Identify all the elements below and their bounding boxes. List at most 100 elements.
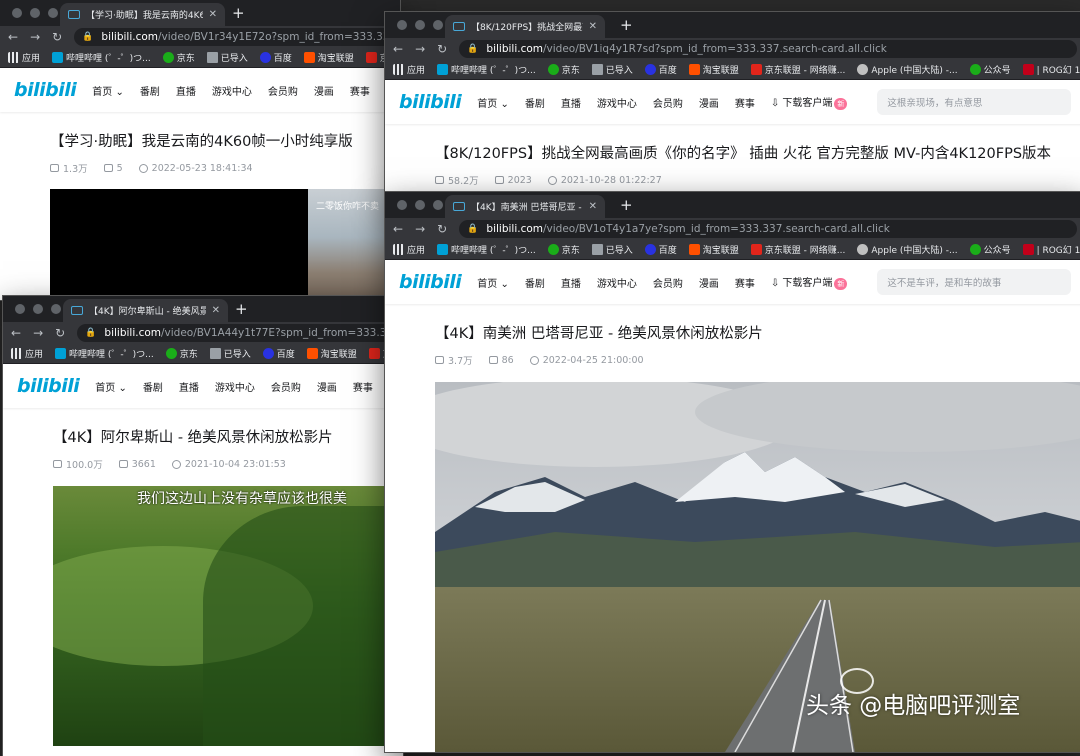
window-controls[interactable] [397,200,443,210]
nav-live[interactable]: 直播 [176,83,196,98]
bilibili-logo[interactable]: bilibili [17,375,80,397]
new-tab-button[interactable]: + [232,4,245,22]
bilibili-logo[interactable]: bilibili [399,271,462,293]
back-icon[interactable]: ← [8,30,18,44]
nav-home[interactable]: 首页 ⌄ [477,275,509,290]
window-controls[interactable] [397,20,443,30]
bookmark-bilibili[interactable]: 哔哩哔哩 (゜-゜)つ... [52,51,151,64]
bookmark-baidu[interactable]: 百度 [262,347,295,360]
nav-esports[interactable]: 赛事 [353,379,373,394]
window-controls[interactable] [12,8,58,18]
nav-game-center[interactable]: 游戏中心 [215,379,255,394]
address-bar[interactable]: 🔒 bilibili.com/video/BV1iq4y1R7sd?spm_id… [459,40,1077,58]
bookmark-taobao[interactable]: 淘宝联盟 [306,347,357,360]
nav-home[interactable]: 首页 ⌄ [477,95,509,110]
nav-manga[interactable]: 漫画 [314,83,334,98]
nav-download[interactable]: ⇩ 下载客户端新 [771,94,848,110]
nav-mall[interactable]: 会员购 [268,83,298,98]
bookmark-imported[interactable]: 已导入 [209,347,251,360]
close-icon[interactable]: ✕ [212,305,220,316]
bookmark-jd-union[interactable]: 京东联盟 - 网络赚... [750,243,845,256]
forward-icon[interactable]: → [415,42,425,56]
nav-manga[interactable]: 漫画 [699,275,719,290]
bookmark-taobao[interactable]: 淘宝联盟 [688,63,739,76]
address-bar[interactable]: 🔒 bilibili.com/video/BV1oT4y1a7ye?spm_id… [459,220,1077,238]
bookmark-jd[interactable]: 京东 [547,63,580,76]
close-icon[interactable]: ✕ [209,9,217,20]
bookmark-rog[interactable]: | ROG幻 16 | 电竞... [1022,243,1080,256]
bookmark-apps[interactable]: 应用 [393,63,425,76]
back-icon[interactable]: ← [393,222,403,236]
tab-active[interactable]: 【学习·助眠】我是云南的4K60 ✕ [60,3,225,26]
bookmark-bilibili[interactable]: 哔哩哔哩 (゜-゜)つ... [437,243,536,256]
nav-mall[interactable]: 会员购 [653,95,683,110]
nav-live[interactable]: 直播 [561,95,581,110]
bookmark-jd[interactable]: 京东 [165,347,198,360]
bookmark-baidu[interactable]: 百度 [644,63,677,76]
search-input[interactable]: 这根亲现场，有点意思 [877,89,1071,115]
bookmark-baidu[interactable]: 百度 [644,243,677,256]
nav-esports[interactable]: 赛事 [735,275,755,290]
nav-anime[interactable]: 番剧 [525,95,545,110]
video-player[interactable]: 我们这边山上没有杂草应该也很美 [53,486,403,746]
bookmark-bilibili[interactable]: 哔哩哔哩 (゜-゜)つ... [437,63,536,76]
nav-anime[interactable]: 番剧 [143,379,163,394]
tab-active[interactable]: 【8K/120FPS】挑战全网最高画 ✕ [445,15,605,38]
bookmark-imported[interactable]: 已导入 [206,51,248,64]
nav-live[interactable]: 直播 [561,275,581,290]
nav-home[interactable]: 首页 ⌄ [95,379,127,394]
back-icon[interactable]: ← [393,42,403,56]
nav-anime[interactable]: 番剧 [140,83,160,98]
new-tab-button[interactable]: + [620,196,633,214]
forward-icon[interactable]: → [415,222,425,236]
nav-anime[interactable]: 番剧 [525,275,545,290]
tab-active[interactable]: 【4K】阿尔卑斯山 - 绝美风景休 ✕ [63,299,228,322]
window-controls[interactable] [15,304,61,314]
close-icon[interactable]: ✕ [589,201,597,212]
nav-download[interactable]: ⇩ 下载客户端新 [771,274,848,290]
bookmark-baidu[interactable]: 百度 [259,51,292,64]
new-tab-button[interactable]: + [235,300,248,318]
bookmark-bilibili[interactable]: 哔哩哔哩 (゜-゜)つ... [55,347,154,360]
nav-live[interactable]: 直播 [179,379,199,394]
forward-icon[interactable]: → [33,326,43,340]
reload-icon[interactable]: ↻ [437,222,447,236]
bookmark-apps[interactable]: 应用 [8,51,40,64]
nav-game-center[interactable]: 游戏中心 [597,275,637,290]
bookmark-imported[interactable]: 已导入 [591,243,633,256]
address-bar[interactable]: 🔒 bilibili.com/video/BV1A44y1t77E?spm_id… [77,324,395,342]
bookmark-rog[interactable]: | ROG幻 16 | 电竞... [1022,63,1080,76]
bookmark-jd-union[interactable]: 京东联盟 - 网络赚... [750,63,845,76]
close-icon[interactable]: ✕ [589,21,597,32]
bookmark-apps[interactable]: 应用 [11,347,43,360]
nav-game-center[interactable]: 游戏中心 [212,83,252,98]
bookmark-taobao[interactable]: 淘宝联盟 [303,51,354,64]
bookmark-apple[interactable]: Apple (中国大陆) -... [857,63,958,76]
bilibili-logo[interactable]: bilibili [399,91,462,113]
bookmark-jd[interactable]: 京东 [162,51,195,64]
forward-icon[interactable]: → [30,30,40,44]
bookmark-apple[interactable]: Apple (中国大陆) -... [857,243,958,256]
reload-icon[interactable]: ↻ [52,30,62,44]
reload-icon[interactable]: ↻ [437,42,447,56]
bookmark-jd[interactable]: 京东 [547,243,580,256]
bookmark-wechat-official[interactable]: 公众号 [969,243,1011,256]
new-tab-button[interactable]: + [620,16,633,34]
back-icon[interactable]: ← [11,326,21,340]
reload-icon[interactable]: ↻ [55,326,65,340]
bookmark-apps[interactable]: 应用 [393,243,425,256]
nav-esports[interactable]: 赛事 [350,83,370,98]
nav-home[interactable]: 首页 ⌄ [92,83,124,98]
bilibili-logo[interactable]: bilibili [14,79,77,101]
nav-manga[interactable]: 漫画 [699,95,719,110]
bookmark-imported[interactable]: 已导入 [591,63,633,76]
nav-mall[interactable]: 会员购 [271,379,301,394]
address-bar[interactable]: 🔒 bilibili.com/video/BV1r34y1E72o?spm_id… [74,28,392,46]
nav-game-center[interactable]: 游戏中心 [597,95,637,110]
bookmark-wechat-official[interactable]: 公众号 [969,63,1011,76]
bookmark-taobao[interactable]: 淘宝联盟 [688,243,739,256]
nav-mall[interactable]: 会员购 [653,275,683,290]
video-player[interactable]: 二零饭你咋不卖 [50,189,400,300]
search-input[interactable]: 这不是车评，是和车的故事 [877,269,1071,295]
tab-active[interactable]: 【4K】南美洲 巴塔哥尼亚 - 绝美 ✕ [445,195,605,218]
